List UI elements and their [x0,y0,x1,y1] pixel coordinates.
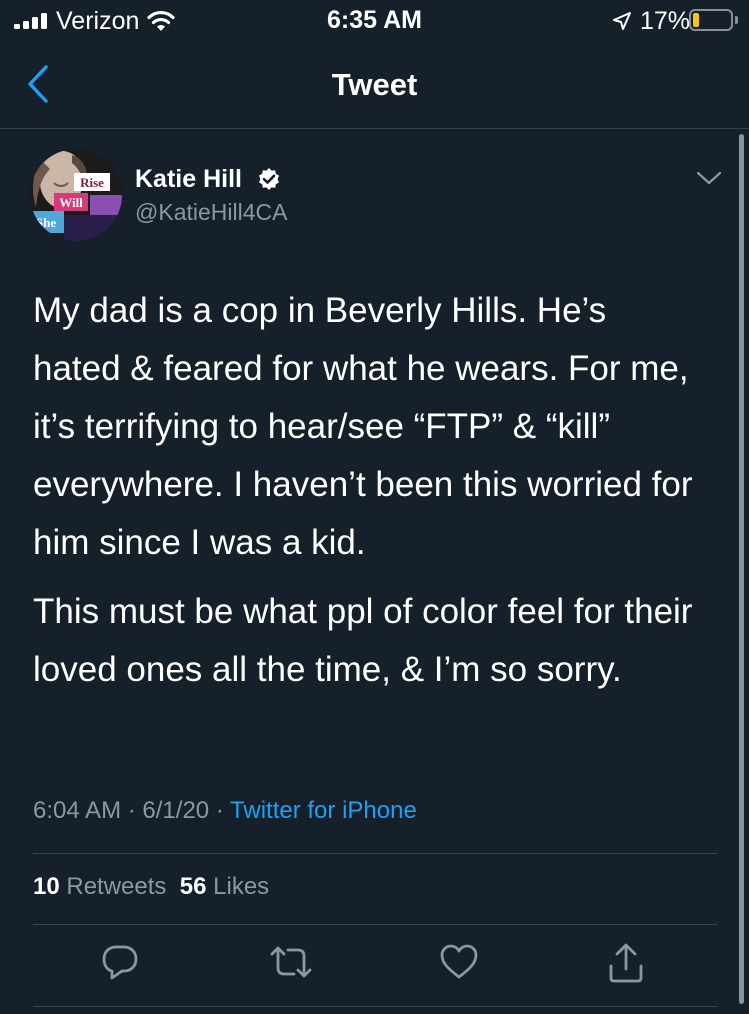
battery-percentage: 17% [640,7,691,35]
verified-badge-icon [259,168,279,190]
divider [33,924,717,925]
retweet-icon[interactable] [268,942,314,982]
tweet-date: 6/1/20 [142,797,210,824]
divider [33,853,717,854]
battery-level-fill [693,13,699,27]
avatar-caption-1: Rise [80,175,104,190]
tweet-paragraph: My dad is a cop in Beverly Hills. He’s h… [33,291,693,562]
location-arrow-icon [613,12,631,30]
battery-tip [735,16,738,24]
tweet-time: 6:04 AM [33,797,122,824]
scroll-indicator[interactable] [739,134,744,1004]
battery-icon [689,9,733,31]
likes-count: 56 [179,873,207,900]
status-time: 6:35 AM [327,6,422,34]
chevron-down-icon[interactable] [696,170,722,186]
engagement-stats: 10 Retweets 56 Likes [33,873,269,901]
meta-separator: · [215,797,224,824]
tweet-source-link[interactable]: Twitter for iPhone [230,797,417,824]
likes-stat[interactable]: 56 Likes [180,873,269,900]
page-title: Tweet [331,67,418,102]
retweets-stat[interactable]: 10 Retweets [33,873,166,900]
retweets-count: 10 [33,873,60,900]
retweets-label: Retweets [66,873,167,900]
likes-label: Likes [213,873,270,900]
avatar-caption-3: She [36,215,56,230]
like-icon[interactable] [438,942,480,982]
author-name[interactable]: Katie Hill [135,165,242,194]
divider [33,1006,717,1007]
meta-separator: · [127,797,136,824]
tweet-detail-screen: Verizon 6:35 AM 17% Tweet Rise Will She … [0,0,749,1014]
tweet-text: My dad is a cop in Beverly Hills. He’s h… [33,282,693,710]
reply-icon[interactable] [100,942,140,982]
author-avatar[interactable]: Rise Will She [30,149,122,241]
author-handle[interactable]: @KatieHill4CA [135,199,287,226]
share-icon[interactable] [606,942,646,984]
avatar-image: Rise Will She [30,149,122,241]
tweet-paragraph: This must be what ppl of color feel for … [33,592,693,689]
tweet-action-bar [0,942,749,998]
tweet-metadata: 6:04 AM · 6/1/20 · Twitter for iPhone [33,797,417,825]
status-bar: Verizon 6:35 AM 17% [0,0,749,42]
avatar-caption-2: Will [59,195,83,210]
navigation-bar: Tweet [0,42,749,129]
